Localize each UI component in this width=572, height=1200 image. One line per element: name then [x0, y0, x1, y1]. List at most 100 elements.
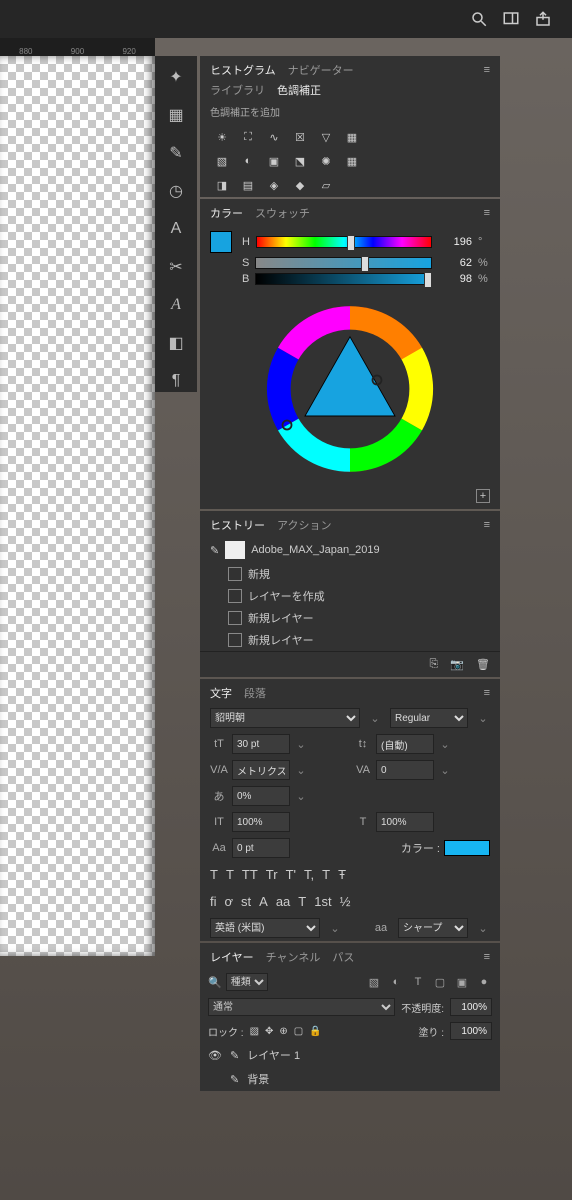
trash-icon[interactable]: 🗑 [476, 658, 490, 671]
font-style-select[interactable]: Regular [390, 708, 468, 728]
invert-icon[interactable]: ◨ [214, 177, 230, 193]
visibility-icon[interactable]: 👁 [208, 1049, 222, 1062]
curves-icon[interactable]: ∿ [266, 129, 282, 145]
lock-move-icon[interactable]: ⊕ [279, 1026, 287, 1037]
blend-mode-select[interactable]: 通常 [208, 998, 395, 1016]
filter-type-icon[interactable]: T [410, 974, 426, 990]
layer-name[interactable]: レイヤー 1 [247, 1047, 300, 1063]
tab-histogram[interactable]: ヒストグラム [210, 62, 276, 78]
foreground-swatch[interactable] [210, 231, 232, 253]
tab-paragraph[interactable]: 段落 [244, 685, 266, 701]
pilcrow-icon[interactable]: ¶ [165, 370, 187, 392]
tab-paths[interactable]: パス [332, 949, 354, 965]
tab-channels[interactable]: チャンネル [266, 949, 321, 965]
superscript-button[interactable]: T' [286, 867, 296, 882]
map-icon[interactable]: ▱ [318, 177, 334, 193]
layer-kind-select[interactable]: 種類 [226, 973, 268, 991]
tab-swatches[interactable]: スウォッチ [255, 205, 310, 221]
font-family-select[interactable]: 貂明朝 [210, 708, 360, 728]
hscale-input[interactable] [376, 812, 434, 832]
mixer-icon[interactable]: ⬔ [292, 153, 308, 169]
lock-all-icon[interactable]: 🔒 [309, 1026, 321, 1037]
bri-slider[interactable] [255, 273, 432, 285]
history-step[interactable]: 新規レイヤー [200, 607, 500, 629]
filter-shape-icon[interactable]: ▢ [432, 974, 448, 990]
sat-slider[interactable] [255, 257, 432, 269]
lock-position-icon[interactable]: ✥ [265, 1026, 273, 1037]
history-step[interactable]: 新規レイヤー [200, 629, 500, 651]
subscript-button[interactable]: T, [304, 867, 314, 882]
layer-name[interactable]: 背景 [247, 1071, 269, 1087]
kerning-input[interactable] [232, 760, 290, 780]
tab-color[interactable]: カラー [210, 205, 243, 221]
levels-icon[interactable]: ⛶ [240, 129, 256, 145]
tab-actions[interactable]: アクション [277, 517, 331, 533]
photo-icon[interactable]: ▣ [266, 153, 282, 169]
text-tool-icon[interactable]: A [165, 218, 187, 240]
hue-slider[interactable] [256, 236, 432, 248]
bold-button[interactable]: T [210, 867, 218, 882]
poster-icon[interactable]: ▤ [240, 177, 256, 193]
selcolor-icon[interactable]: ◆ [292, 177, 308, 193]
cube-icon[interactable]: ◧ [165, 332, 187, 354]
discretionary-button[interactable]: st [241, 894, 251, 909]
tab-character[interactable]: 文字 [210, 685, 232, 701]
hue-value[interactable]: 196 [438, 236, 472, 248]
opacity-input[interactable] [450, 998, 492, 1016]
lock-pixels-icon[interactable]: ▧ [250, 1026, 259, 1037]
history-icon[interactable]: ◷ [165, 180, 187, 202]
titling-button[interactable]: T [298, 894, 306, 909]
share-icon[interactable] [534, 10, 552, 28]
fill-input[interactable] [450, 1022, 492, 1040]
lookup-icon[interactable]: ▦ [344, 129, 360, 145]
ligature-button[interactable]: fi [210, 894, 217, 909]
canvas-transparency[interactable] [0, 56, 155, 956]
gradmap-icon[interactable]: ▦ [344, 153, 360, 169]
smallcaps-button[interactable]: Tr [266, 867, 278, 882]
history-step[interactable]: レイヤーを作成 [200, 585, 500, 607]
layer-row[interactable]: ✎ 背景 [200, 1067, 500, 1091]
color-wheel[interactable] [260, 299, 440, 479]
add-swatch-icon[interactable]: + [476, 489, 490, 503]
allcaps-button[interactable]: TT [242, 867, 258, 882]
tsume-input[interactable] [232, 786, 290, 806]
vibrance-icon[interactable]: ▽ [318, 129, 334, 145]
tab-history[interactable]: ヒストリー [210, 517, 265, 533]
brightness-icon[interactable]: ☀ [214, 129, 230, 145]
panel-menu-icon[interactable]: ≡ [484, 687, 490, 699]
tab-navigator[interactable]: ナビゲーター [288, 62, 354, 78]
search-icon[interactable] [470, 10, 488, 28]
swash-button[interactable]: A [259, 894, 268, 909]
bri-value[interactable]: 98 [438, 273, 472, 285]
filter-toggle[interactable]: ● [476, 974, 492, 990]
tab-layers[interactable]: レイヤー [210, 949, 254, 965]
colorize-icon[interactable]: ✺ [318, 153, 334, 169]
sat-value[interactable]: 62 [438, 257, 472, 269]
language-select[interactable]: 英語 (米国) [210, 918, 320, 938]
tracking-input[interactable] [376, 760, 434, 780]
leading-input[interactable] [376, 734, 434, 754]
text-color-chip[interactable] [444, 840, 490, 856]
threshold-icon[interactable]: ◈ [266, 177, 282, 193]
ordinal-button[interactable]: 1st [314, 894, 331, 909]
layer-row[interactable]: 👁 ✎ レイヤー 1 [200, 1043, 500, 1067]
tab-adjustments[interactable]: 色調補正 [277, 82, 321, 98]
filter-adjust-icon[interactable]: ◐ [388, 974, 404, 990]
star-icon[interactable]: ✦ [165, 66, 187, 88]
fraction-button[interactable]: ½ [340, 894, 351, 909]
tab-library[interactable]: ライブラリ [210, 82, 265, 98]
italic-button[interactable]: T [226, 867, 234, 882]
snapshot-icon[interactable]: ⎘ [430, 658, 439, 671]
panel-menu-icon[interactable]: ≡ [484, 519, 490, 531]
filter-pixel-icon[interactable]: ▧ [366, 974, 382, 990]
history-step[interactable]: 新規 [200, 563, 500, 585]
panel-menu-icon[interactable]: ≡ [484, 207, 490, 219]
hue-icon[interactable]: ▧ [214, 153, 230, 169]
glyph-icon[interactable]: A [165, 294, 187, 316]
panel-menu-icon[interactable]: ≡ [484, 64, 490, 76]
underline-button[interactable]: T [322, 867, 330, 882]
vscale-input[interactable] [232, 812, 290, 832]
workspace-icon[interactable] [502, 10, 520, 28]
antialias-select[interactable]: シャープ [398, 918, 468, 938]
camera-icon[interactable]: 📷 [450, 658, 464, 671]
